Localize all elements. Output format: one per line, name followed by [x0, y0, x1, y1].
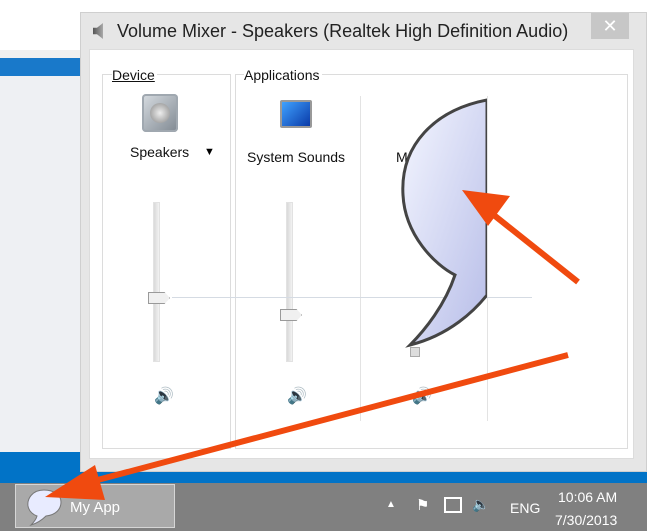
arrow-to-bubble [488, 209, 580, 285]
arrow-head [45, 465, 105, 500]
arrow-to-taskbar [89, 352, 569, 485]
annotation-arrows [45, 190, 580, 500]
